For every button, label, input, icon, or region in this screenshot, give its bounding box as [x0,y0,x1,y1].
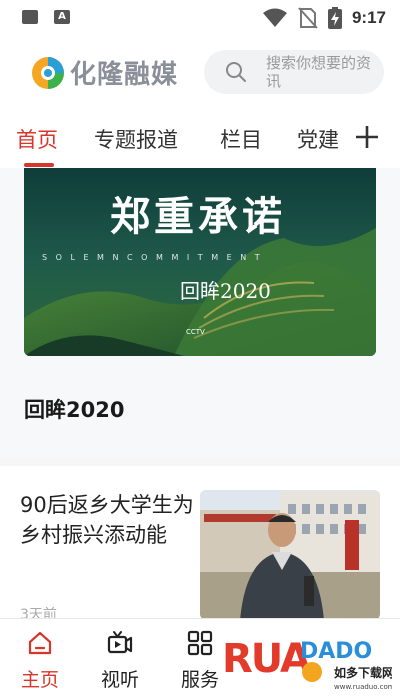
nav-home-label: 主页 [20,669,59,691]
battery-charging-icon [327,7,342,29]
app-logo: 化隆融媒 [30,54,178,91]
svg-text:DADO: DADO [300,639,372,664]
svg-text:如多下载网: 如多下载网 [334,665,392,680]
nav-services-label: 服务 [180,669,219,691]
banner-heading: 郑重承诺 [110,193,286,240]
nav-services[interactable]: 服务 [170,629,230,692]
font-notification-icon: A [54,10,70,24]
status-bar: A 9:17 [0,0,400,36]
nav-video[interactable]: 视听 [90,629,150,692]
system-status: 9:17 [262,7,386,29]
nav-video-label: 视听 [100,669,139,691]
news-list-item[interactable]: 90后返乡大学生为乡村振兴添动能 3天前 [0,466,400,618]
notification-icons: A [22,10,70,24]
tab-columns[interactable]: 栏目 [220,124,262,154]
video-icon [107,631,133,654]
news-title[interactable]: 90后返乡大学生为乡村振兴添动能 [20,490,196,550]
banner-channel-logo: CCTV [186,328,205,336]
search-placeholder: 搜索你想要的资讯 [266,54,372,90]
grid-icon [187,630,213,656]
logo-swirl-icon [32,56,64,89]
feature-banner-image[interactable]: 郑重承诺 S O L E M N C O M M I T M E N T 回眸2… [24,168,376,356]
app-notification-icon [22,10,38,24]
tab-home[interactable]: 首页 [16,124,58,154]
tab-party-building[interactable]: 党建 [297,124,339,154]
clock: 9:17 [351,8,386,27]
banner-subtitle: S O L E M N C O M M I T M E N T [42,253,263,262]
search-icon [226,62,246,82]
add-tab-icon[interactable] [354,124,380,150]
watermark-logo: RUA DADO 如多下载网 www.ruaduo.com [222,636,392,691]
news-timestamp: 3天前 [20,607,57,618]
feature-title[interactable]: 回眸2020 [24,394,124,424]
tab-special-reports[interactable]: 专题报道 [94,124,178,154]
app-header: 化隆融媒 搜索你想要的资讯 [0,36,400,108]
feature-card[interactable]: 郑重承诺 S O L E M N C O M M I T M E N T 回眸2… [0,168,400,458]
no-sim-icon [298,7,318,29]
nav-home[interactable]: 主页 [10,629,70,692]
svg-text:RUA: RUA [222,636,311,682]
logo-text: 化隆融媒 [70,60,179,90]
home-icon [28,631,52,655]
wifi-icon [262,8,287,27]
active-tab-indicator [24,163,54,167]
banner-tag: 回眸2020 [180,279,271,303]
category-tabs: 首页 专题报道 栏目 党建 [0,108,400,168]
search-input[interactable]: 搜索你想要的资讯 [204,50,384,94]
svg-text:www.ruaduo.com: www.ruaduo.com [334,683,392,691]
news-thumbnail[interactable] [200,490,380,618]
feed: 郑重承诺 S O L E M N C O M M I T M E N T 回眸2… [0,168,400,618]
